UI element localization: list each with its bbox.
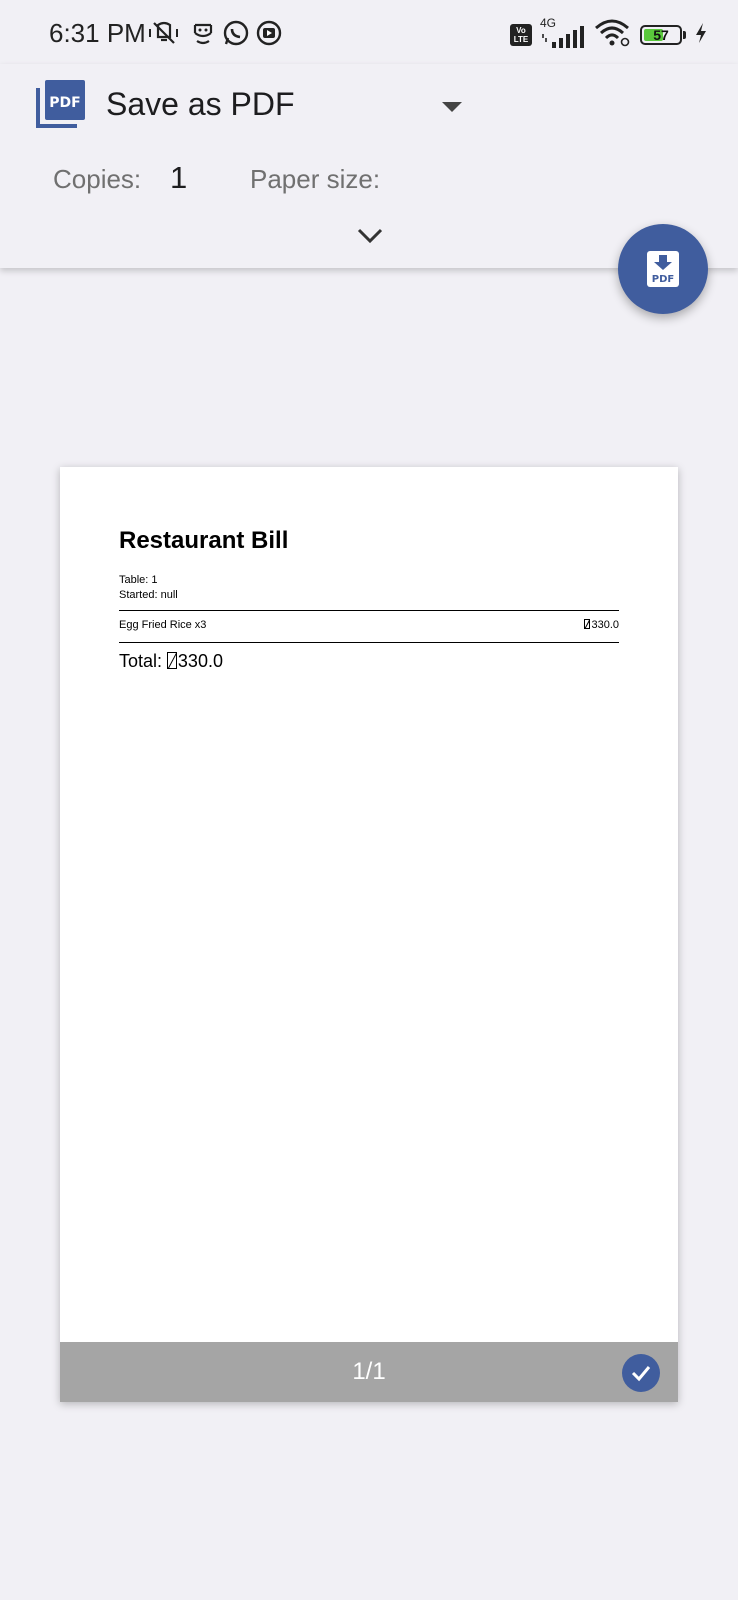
bill-total: Total: 330.0 (119, 651, 223, 672)
face-icon (190, 18, 216, 48)
dropdown-arrow-icon[interactable] (440, 100, 464, 114)
bill-table: Table: 1 (119, 574, 158, 586)
paper-size-label[interactable]: Paper size: (250, 164, 380, 195)
status-bar: 6:31 PM Vo LTE 4G 57 (0, 0, 738, 64)
bill-title: Restaurant Bill (119, 527, 289, 554)
battery-percent: 57 (653, 27, 669, 43)
status-time: 6:31 PM (49, 18, 146, 48)
save-pdf-fab-button[interactable]: PDF (618, 224, 708, 314)
bill-started: Started: null (119, 589, 178, 601)
fab-pdf-label: PDF (652, 274, 674, 285)
pdf-download-icon: PDF (647, 251, 679, 287)
youtube-icon (255, 18, 283, 48)
copies-label: Copies: (53, 164, 142, 194)
bill-total-value: 330.0 (177, 651, 223, 671)
bill-item-price-value: 330.0 (591, 619, 619, 632)
bill-divider (119, 642, 619, 643)
volte-icon: Vo LTE (510, 24, 532, 46)
cell-signal-icon: 4G (540, 16, 586, 50)
print-options-header: PDF Save as PDF Copies: 1 Paper size: (0, 64, 738, 268)
status-right-cluster: Vo LTE 4G 57 (510, 16, 708, 53)
bill-item-name: Egg Fried Rice x3 (119, 619, 207, 631)
pdf-icon-text: PDF (49, 95, 80, 111)
missing-currency-glyph (584, 619, 591, 630)
missing-currency-glyph (167, 652, 177, 670)
vibrate-mute-icon (148, 18, 180, 48)
page-selected-check-icon[interactable] (622, 1354, 660, 1392)
copies-input[interactable]: 1 (170, 160, 187, 196)
bill-item-price: 330.0 (584, 619, 619, 631)
page-preview[interactable]: Restaurant Bill Table: 1 Started: null E… (60, 467, 678, 1402)
page-footer: 1/1 (60, 1342, 678, 1402)
printer-select[interactable]: Save as PDF (106, 86, 295, 123)
bill-total-label: Total: (119, 651, 168, 671)
bill-divider (119, 610, 619, 611)
pdf-printer-icon[interactable]: PDF (35, 80, 85, 130)
whatsapp-icon (222, 18, 250, 48)
page-counter: 1/1 (352, 1358, 386, 1385)
charging-icon (694, 22, 708, 49)
battery-icon: 57 (640, 25, 686, 45)
expand-options-chevron-icon[interactable] (355, 224, 385, 248)
wifi-icon (594, 18, 632, 53)
